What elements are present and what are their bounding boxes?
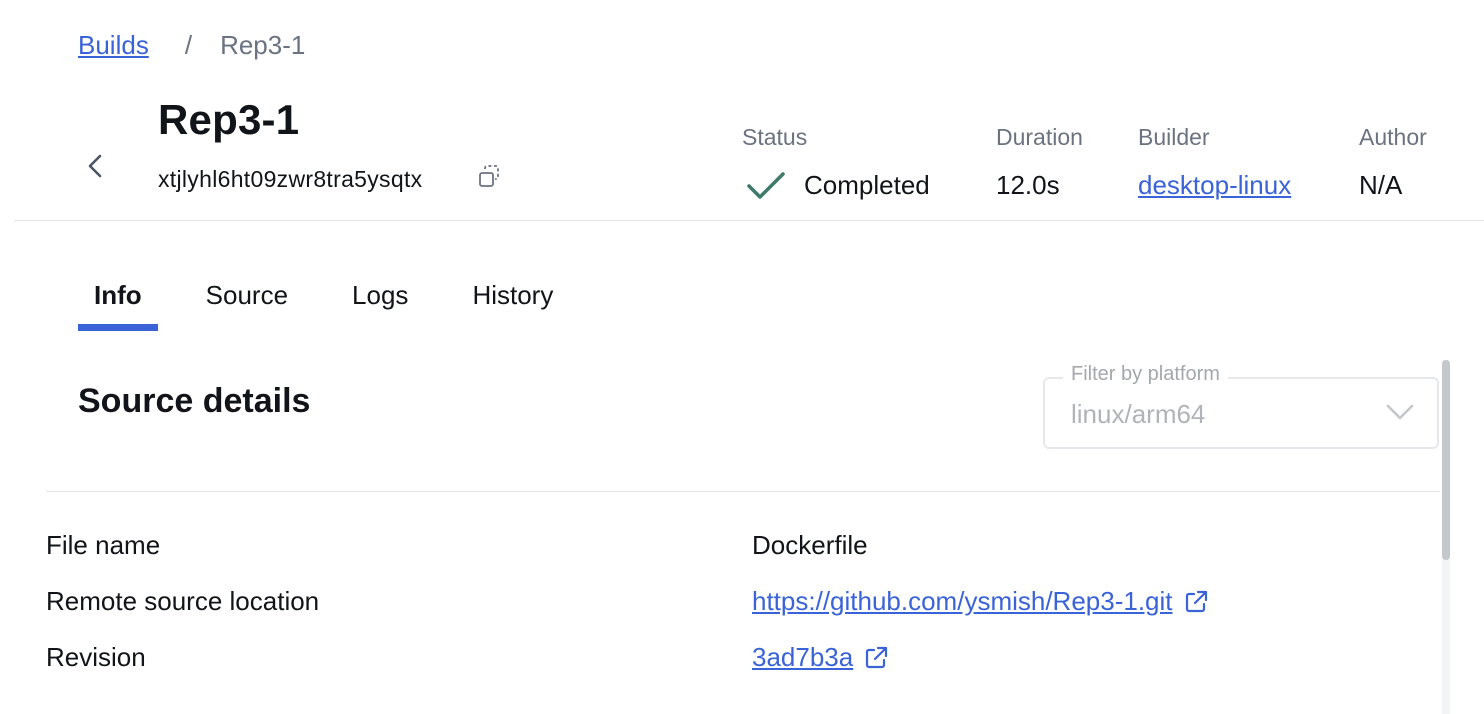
breadcrumb-separator: / bbox=[184, 30, 193, 60]
tab-bar: Info Source Logs History bbox=[78, 272, 601, 331]
detail-row-file-name: File name Dockerfile bbox=[46, 530, 1436, 570]
breadcrumb-current: Rep3-1 bbox=[220, 30, 306, 60]
duration-field: Duration 12.0s bbox=[996, 124, 1083, 201]
breadcrumb: Builds / Rep3-1 bbox=[78, 30, 305, 61]
author-label: Author bbox=[1359, 124, 1427, 150]
status-field: Status Completed bbox=[742, 124, 930, 201]
remote-source-link[interactable]: https://github.com/ysmish/Rep3-1.git bbox=[752, 586, 1173, 617]
duration-label: Duration bbox=[996, 124, 1083, 150]
detail-row-remote-source: Remote source location https://github.co… bbox=[46, 586, 1436, 626]
external-link-icon[interactable] bbox=[1183, 589, 1209, 615]
chevron-down-icon bbox=[1385, 403, 1415, 426]
status-value: Completed bbox=[804, 170, 930, 200]
page-title: Rep3-1 bbox=[158, 96, 300, 143]
author-field: Author N/A bbox=[1359, 124, 1427, 201]
builder-label: Builder bbox=[1138, 124, 1210, 150]
section-divider bbox=[46, 491, 1440, 492]
header-divider bbox=[14, 220, 1484, 221]
platform-filter-select[interactable]: Filter by platform linux/arm64 bbox=[1043, 363, 1439, 449]
tab-info[interactable]: Info bbox=[78, 272, 158, 331]
breadcrumb-builds-link[interactable]: Builds bbox=[78, 30, 149, 61]
builder-field: Builder desktop-linux bbox=[1138, 124, 1291, 201]
copy-icon bbox=[476, 164, 502, 195]
detail-label: Remote source location bbox=[46, 586, 320, 616]
tab-history[interactable]: History bbox=[456, 272, 569, 325]
copy-button[interactable] bbox=[474, 164, 504, 194]
revision-link[interactable]: 3ad7b3a bbox=[752, 642, 853, 673]
chevron-left-icon bbox=[87, 153, 103, 184]
detail-label: File name bbox=[46, 530, 161, 560]
check-icon bbox=[746, 171, 786, 201]
tab-source[interactable]: Source bbox=[190, 272, 304, 325]
build-id: xtjlyhl6ht09zwr8tra5ysqtx bbox=[158, 166, 423, 192]
status-label: Status bbox=[742, 124, 808, 150]
section-title: Source details bbox=[78, 382, 311, 420]
platform-filter-label: Filter by platform bbox=[1063, 363, 1228, 386]
detail-label: Revision bbox=[46, 642, 146, 672]
back-button[interactable] bbox=[80, 150, 110, 186]
detail-value: Dockerfile bbox=[752, 530, 868, 560]
author-value: N/A bbox=[1359, 170, 1403, 200]
duration-value: 12.0s bbox=[996, 170, 1060, 200]
platform-filter-value: linux/arm64 bbox=[1071, 399, 1206, 429]
tab-logs[interactable]: Logs bbox=[336, 272, 424, 325]
scrollbar-thumb[interactable] bbox=[1442, 360, 1450, 560]
external-link-icon[interactable] bbox=[863, 645, 889, 671]
detail-row-revision: Revision 3ad7b3a bbox=[46, 642, 1436, 682]
builder-link[interactable]: desktop-linux bbox=[1138, 170, 1291, 201]
